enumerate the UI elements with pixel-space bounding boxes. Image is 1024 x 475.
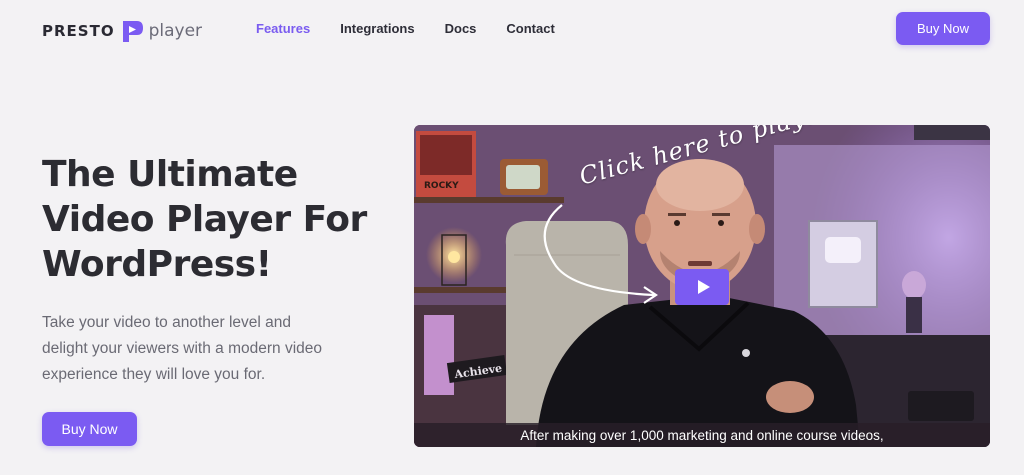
hero-title-line: WordPress! — [42, 244, 272, 285]
hero-subtitle-line: experience they will love you for. — [42, 366, 266, 383]
hero-subtitle: Take your video to another level and del… — [42, 310, 372, 388]
video-caption: After making over 1,000 marketing and on… — [520, 427, 884, 443]
main-nav: Features Integrations Docs Contact — [256, 21, 555, 36]
nav-docs[interactable]: Docs — [445, 21, 477, 36]
poster-sign-text: ROCKY — [424, 181, 459, 191]
logo-wordmark-presto: PRESTO — [42, 22, 115, 40]
hero-buy-now-button[interactable]: Buy Now — [42, 412, 137, 446]
nav-features[interactable]: Features — [256, 21, 310, 36]
play-button[interactable] — [675, 269, 729, 305]
hero-title-line: The Ultimate — [42, 154, 298, 195]
nav-contact[interactable]: Contact — [506, 21, 554, 36]
presto-player-logo[interactable]: PRESTO player — [42, 18, 202, 44]
hero-title: The Ultimate Video Player For WordPress! — [42, 152, 382, 287]
caption-bar: After making over 1,000 marketing and on… — [414, 423, 990, 447]
nav-integrations[interactable]: Integrations — [340, 21, 414, 36]
logo-icon — [122, 21, 143, 42]
logo-wordmark-player: player — [148, 21, 203, 41]
video-player[interactable]: ROCKY Achieve Click here to play! After … — [414, 125, 990, 447]
hero-subtitle-line: Take your video to another level and — [42, 314, 292, 331]
header-buy-now-button[interactable]: Buy Now — [896, 12, 990, 45]
hero-title-line: Video Player For — [42, 199, 367, 240]
hero-subtitle-line: delight your viewers with a modern video — [42, 340, 322, 357]
site-header: PRESTO player Features Integrations Docs… — [0, 0, 1024, 58]
play-icon — [697, 280, 710, 294]
